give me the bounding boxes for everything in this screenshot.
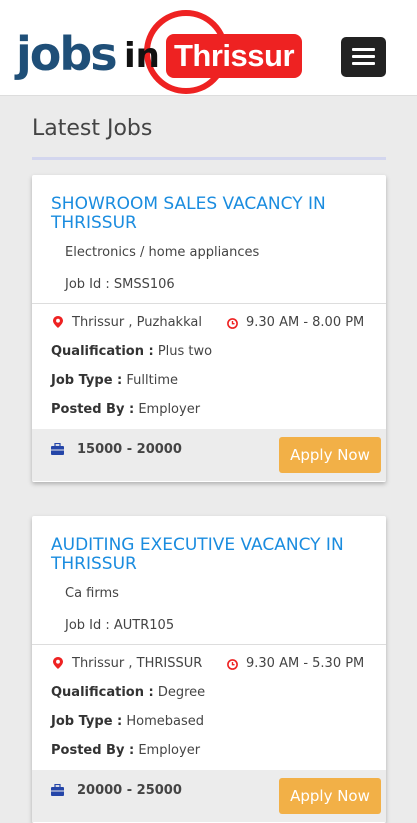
salary-range: 15000 - 20000 xyxy=(77,442,182,457)
briefcase-icon xyxy=(51,443,64,455)
job-category: Electronics / home appliances xyxy=(65,245,260,260)
map-marker-icon xyxy=(53,316,63,328)
job-type-label: Job Type : xyxy=(51,373,123,388)
job-category: Ca firms xyxy=(65,586,119,601)
job-timing: 9.30 AM - 5.30 PM xyxy=(246,656,365,671)
logo-in-text: in xyxy=(124,36,160,76)
posted-by-value: Employer xyxy=(138,402,201,417)
posted-by-value: Employer xyxy=(138,743,201,758)
card-footer: 20000 - 25000 Apply Now xyxy=(32,770,386,822)
hamburger-menu-button[interactable] xyxy=(341,37,386,77)
qualification-value: Degree xyxy=(157,685,206,700)
hamburger-menu-icon xyxy=(352,55,375,58)
card-divider xyxy=(32,644,386,645)
job-type-row: Job Type : Fulltime xyxy=(51,373,178,388)
briefcase-icon xyxy=(51,784,64,796)
qualification-value: Plus two xyxy=(157,344,213,359)
logo-jobs-text: jobs xyxy=(16,27,118,81)
site-logo[interactable]: jobs in Thrissur xyxy=(16,8,303,94)
qualification-label: Qualification : xyxy=(51,685,154,700)
job-type-row: Job Type : Homebased xyxy=(51,714,204,729)
section-title: Latest Jobs xyxy=(32,116,153,141)
clock-icon xyxy=(227,318,238,329)
apply-now-button[interactable]: Apply Now xyxy=(279,437,381,473)
job-card: SHOWROOM SALES VACANCY IN THRISSUR Elect… xyxy=(32,175,386,482)
job-location: Thrissur , THRISSUR xyxy=(72,656,203,671)
job-title-link[interactable]: AUDITING EXECUTIVE VACANCY IN THRISSUR xyxy=(51,536,371,574)
job-location: Thrissur , Puzhakkal xyxy=(72,315,202,330)
card-footer: 15000 - 20000 Apply Now xyxy=(32,429,386,481)
card-divider xyxy=(32,303,386,304)
job-title-link[interactable]: SHOWROOM SALES VACANCY IN THRISSUR xyxy=(51,195,371,233)
posted-by-label: Posted By : xyxy=(51,402,135,417)
job-type-label: Job Type : xyxy=(51,714,123,729)
job-id: Job Id : AUTR105 xyxy=(65,618,175,633)
job-timing: 9.30 AM - 8.00 PM xyxy=(246,315,365,330)
job-card: AUDITING EXECUTIVE VACANCY IN THRISSUR C… xyxy=(32,516,386,823)
apply-now-button[interactable]: Apply Now xyxy=(279,778,381,814)
posted-by-label: Posted By : xyxy=(51,743,135,758)
qualification-label: Qualification : xyxy=(51,344,154,359)
job-type-value: Fulltime xyxy=(126,373,178,388)
qualification-row: Qualification : Degree xyxy=(51,685,205,700)
posted-by-row: Posted By : Employer xyxy=(51,402,200,417)
job-type-value: Homebased xyxy=(126,714,205,729)
section-divider xyxy=(32,157,386,160)
qualification-row: Qualification : Plus two xyxy=(51,344,212,359)
logo-city-badge: Thrissur xyxy=(166,34,303,78)
salary-range: 20000 - 25000 xyxy=(77,783,182,798)
hamburger-menu-icon xyxy=(352,48,375,51)
posted-by-row: Posted By : Employer xyxy=(51,743,200,758)
clock-icon xyxy=(227,659,238,670)
job-id: Job Id : SMSS106 xyxy=(65,277,175,292)
site-header: jobs in Thrissur xyxy=(0,0,417,96)
map-marker-icon xyxy=(53,657,63,669)
hamburger-menu-icon xyxy=(352,62,375,65)
